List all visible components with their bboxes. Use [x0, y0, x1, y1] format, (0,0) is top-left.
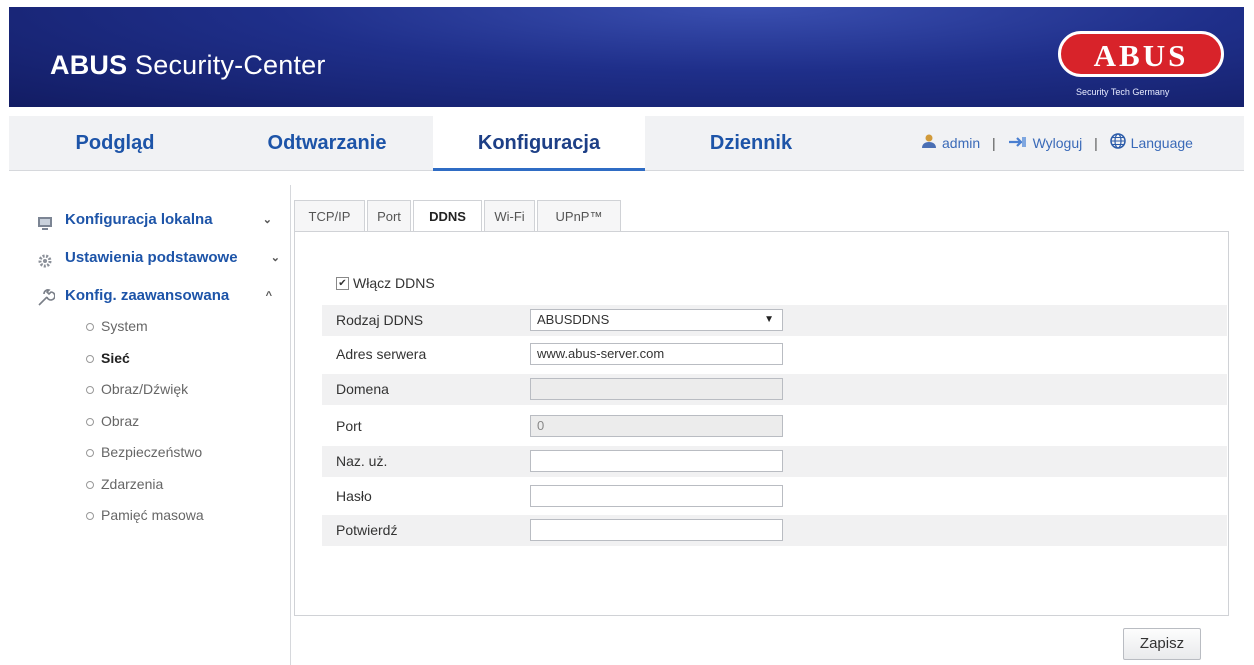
app-title-brand: ABUS [50, 50, 128, 80]
bullet-icon [86, 512, 94, 520]
logo-text: ABUS [1093, 38, 1189, 73]
user-icon [921, 117, 937, 171]
sidebar-item-label: Sieć [101, 349, 130, 366]
password-input[interactable] [530, 485, 783, 507]
form-row-username: Naz. uż. [322, 446, 1227, 477]
logo-badge: ABUS [1058, 31, 1224, 77]
bullet-icon [86, 480, 94, 489]
globe-icon [1109, 117, 1126, 171]
form-row-server-address: Adres serwera www.abus-server.com [322, 339, 1227, 370]
bullet-icon [86, 323, 94, 331]
form-row-domain: Domena [322, 374, 1227, 405]
sidebar-item-label: Zdarzenia [101, 475, 164, 492]
username: admin [942, 135, 981, 151]
separator: | [992, 135, 996, 151]
sidebar-section-label: Konfig. zaawansowana [65, 287, 230, 304]
sidebar-item-obraz-dzwiek[interactable]: Obraz/Dźwięk [37, 374, 282, 406]
username-label: Naz. uż. [336, 453, 388, 469]
logo-tagline: Security Tech Germany [1076, 87, 1170, 97]
sidebar-item-zdarzenia[interactable]: Zdarzenia [37, 469, 282, 501]
language-link[interactable]: Language [1131, 135, 1193, 151]
tab-tcpip[interactable]: TCP/IP [294, 200, 365, 232]
ddns-type-value: ABUSDDNS [537, 312, 610, 327]
abus-logo: ABUS Security Tech Germany [1056, 21, 1230, 103]
chevron-up-icon: ^ [265, 290, 272, 302]
bullet-icon [86, 449, 94, 457]
form-row-confirm: Potwierdź [322, 515, 1227, 546]
domain-label: Domena [336, 381, 389, 397]
sidebar-item-obraz[interactable]: Obraz [37, 406, 282, 438]
separator: | [1094, 135, 1098, 151]
sidebar-item-siec[interactable]: Sieć [37, 343, 282, 375]
dropdown-arrow-icon: ▼ [764, 314, 774, 325]
tab-wifi[interactable]: Wi-Fi [484, 200, 535, 232]
chevron-down-icon: ⌄ [270, 252, 280, 264]
enable-ddns-row: ✔ Włącz DDNS [336, 275, 435, 291]
app-title-rest: Security-Center [127, 50, 326, 80]
server-address-input[interactable]: www.abus-server.com [530, 343, 783, 365]
tab-ddns[interactable]: DDNS [413, 200, 482, 233]
ddns-type-label: Rodzaj DDNS [336, 312, 424, 328]
confirm-label: Potwierdź [336, 522, 398, 538]
logout-icon [1008, 117, 1028, 171]
nav-tab-podglad[interactable]: Podgląd [9, 116, 221, 170]
form-row-ddns-type: Rodzaj DDNS ABUSDDNS ▼ [322, 305, 1227, 336]
save-button[interactable]: Zapisz [1123, 628, 1201, 660]
enable-ddns-label: Włącz DDNS [353, 275, 435, 291]
confirm-input[interactable] [530, 519, 783, 541]
port-label: Port [336, 418, 362, 434]
chevron-down-icon: ⌄ [262, 214, 272, 226]
ddns-type-select[interactable]: ABUSDDNS ▼ [530, 309, 783, 331]
nav-tab-dziennik[interactable]: Dziennik [645, 116, 857, 170]
enable-ddns-checkbox[interactable]: ✔ [336, 276, 349, 290]
tab-upnp[interactable]: UPnP™ [537, 200, 621, 232]
password-label: Hasło [336, 488, 372, 504]
sidebar-item-label: Obraz/Dźwięk [101, 381, 189, 397]
sidebar-item-label: Obraz [101, 412, 140, 429]
logout-link[interactable]: Wyloguj [1033, 135, 1083, 151]
server-address-label: Adres serwera [336, 346, 427, 362]
sidebar-item-bezpieczenstwo[interactable]: Bezpieczeństwo [37, 437, 282, 469]
header-banner: ABUS Security-Center ABUS Security Tech … [9, 7, 1244, 107]
sidebar-item-pamiec-masowa[interactable]: Pamięć masowa [37, 500, 282, 532]
username-input[interactable] [530, 450, 783, 472]
domain-input [530, 378, 783, 400]
monitor-icon [37, 212, 53, 230]
sidebar-item-label: Bezpieczeństwo [101, 444, 203, 460]
user-area: admin | Wyloguj | Language [921, 116, 1193, 170]
app-title: ABUS Security-Center [50, 50, 326, 81]
sidebar-item-system[interactable]: System [37, 311, 282, 343]
gear-icon [37, 250, 53, 268]
main-nav: Podgląd Odtwarzanie Konfiguracja Dzienni… [9, 116, 1244, 171]
tab-port[interactable]: Port [367, 200, 411, 232]
sidebar-section-label: Ustawienia podstawowe [65, 249, 238, 266]
sidebar-section-basic[interactable]: Ustawienia podstawowe ⌄ [37, 243, 282, 281]
wrench-icon [37, 288, 56, 306]
form-row-port: Port 0 [322, 411, 1227, 442]
bullet-icon [86, 417, 94, 426]
sidebar-section-local[interactable]: Konfiguracja lokalna ⌄ [37, 205, 282, 243]
form-row-password: Hasło [322, 481, 1227, 512]
sidebar-item-label: System [101, 318, 148, 334]
sidebar: Konfiguracja lokalna ⌄ Ustawienia podsta… [37, 205, 282, 540]
sidebar-section-label: Konfiguracja lokalna [65, 211, 213, 228]
port-input: 0 [530, 415, 783, 437]
bullet-icon [86, 386, 94, 394]
bullet-icon [86, 354, 94, 363]
sidebar-item-label: Pamięć masowa [101, 507, 204, 523]
nav-tab-odtwarzanie[interactable]: Odtwarzanie [221, 116, 433, 170]
nav-tab-konfiguracja[interactable]: Konfiguracja [433, 116, 645, 171]
sidebar-divider [290, 185, 291, 665]
